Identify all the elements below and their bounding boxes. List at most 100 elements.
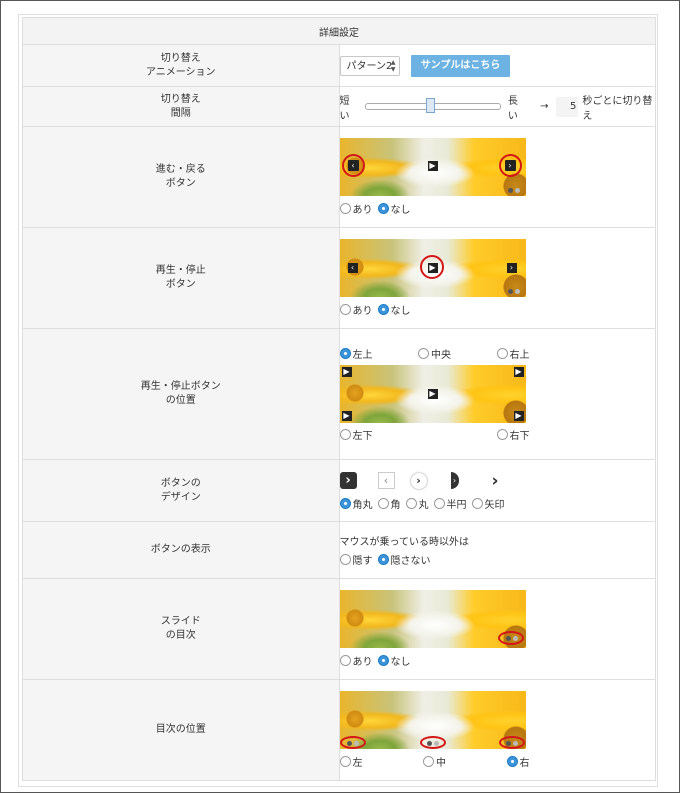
interval-slider[interactable] xyxy=(364,98,501,113)
radio-display-hide[interactable]: 隠す xyxy=(339,552,373,567)
radio-pos-bottom-right[interactable]: 右下 xyxy=(496,427,530,442)
play-stop-radio-group: あり なし xyxy=(339,301,656,317)
radio-circle-selected xyxy=(377,202,389,214)
chevron-right-icon: › xyxy=(491,470,499,491)
highlight-circle-dots xyxy=(497,631,524,645)
button-display-caption: マウスが乗っている時以外は xyxy=(339,536,470,548)
radio-circle-selected xyxy=(339,348,351,359)
rounded-square-arrow-icon: › xyxy=(339,472,357,489)
label-play-stop: 再生・停止 ボタン xyxy=(22,227,340,329)
radio-pos-center[interactable]: 中央 xyxy=(418,346,451,361)
radio-circle xyxy=(423,755,434,767)
radio-nav-no[interactable]: なし xyxy=(377,201,411,216)
preview-image-play: ‹ ▶ › xyxy=(339,239,526,297)
preview-image-nav: ‹ ▶ › xyxy=(339,138,526,196)
table-header: 詳細設定 xyxy=(22,17,656,45)
highlight-circle-center xyxy=(419,736,446,749)
next-arrow-icon: › xyxy=(506,263,517,273)
radio-index-left[interactable]: 左 xyxy=(339,754,363,769)
radio-circle-selected xyxy=(339,498,351,509)
interval-slider-thumb[interactable] xyxy=(425,98,435,113)
radio-design-arrow[interactable]: 矢印 xyxy=(471,496,505,511)
animation-pattern-value: パターン2 xyxy=(346,60,393,72)
slider-short-label: 短い xyxy=(339,95,350,122)
radio-design-half[interactable]: 半円 xyxy=(433,496,467,511)
prev-arrow-icon: ‹ xyxy=(347,263,358,273)
play-position-top-radios: 左上 中央 右上 xyxy=(339,346,530,362)
radio-circle xyxy=(339,202,351,214)
play-icon: ▶ xyxy=(427,161,438,171)
radio-pos-bottom-left[interactable]: 左下 xyxy=(339,427,373,442)
preview-image-index-position xyxy=(339,691,526,749)
radio-play-no[interactable]: なし xyxy=(377,302,411,317)
label-switch-interval: 切り替え 間隔 xyxy=(22,86,340,127)
radio-display-show[interactable]: 隠さない xyxy=(377,552,431,567)
index-position-radio-group: 左 中 右 xyxy=(339,753,530,769)
radio-pos-top-right[interactable]: 右上 xyxy=(496,346,530,361)
radio-circle xyxy=(471,498,483,509)
radio-circle xyxy=(418,348,429,359)
radio-play-yes[interactable]: あり xyxy=(339,302,373,317)
radio-circle xyxy=(377,498,389,509)
radio-circle xyxy=(339,429,351,440)
radio-index-center[interactable]: 中 xyxy=(423,754,446,769)
radio-circle xyxy=(339,755,351,767)
radio-pos-top-left[interactable]: 左上 xyxy=(339,346,373,361)
preview-image-index xyxy=(339,590,526,648)
interval-suffix-label: 秒ごとに切り替え xyxy=(582,95,653,122)
label-switch-animation: 切り替え アニメーション xyxy=(22,44,340,87)
settings-table: 詳細設定 切り替え アニメーション パターン2 ▲ ▼ サンプルはこちら 切り替え… xyxy=(22,17,656,781)
preview-image-position: ▶ ▶ ▶ ▶ ▶ xyxy=(339,364,526,423)
interval-seconds-field[interactable]: 5 xyxy=(556,96,579,117)
animation-pattern-select[interactable]: パターン2 ▲ ▼ xyxy=(339,55,400,76)
slide-index-radio-group: あり なし xyxy=(339,652,656,668)
slide-dots xyxy=(507,188,520,193)
sample-button[interactable]: サンプルはこちら xyxy=(410,54,511,77)
radio-index-no[interactable]: なし xyxy=(377,653,411,668)
radio-index-right[interactable]: 右 xyxy=(506,754,530,769)
play-icon-bottom-right: ▶ xyxy=(513,410,524,421)
play-icon-bottom-left: ▶ xyxy=(341,410,352,421)
label-button-display: ボタンの表示 xyxy=(22,521,340,579)
slide-dots xyxy=(507,289,520,294)
radio-circle xyxy=(433,498,445,509)
highlight-circle-left xyxy=(339,736,366,749)
radio-index-yes[interactable]: あり xyxy=(339,653,373,668)
highlight-circle-play xyxy=(419,255,444,279)
radio-design-square[interactable]: 角 xyxy=(377,496,401,511)
button-design-radio-group: 角丸 角 丸 半円 矢印 xyxy=(339,496,656,512)
label-nav-buttons: 進む・戻る ボタン xyxy=(22,126,340,228)
preview-greens xyxy=(339,275,410,297)
radio-circle-selected xyxy=(377,303,389,315)
preview-greens xyxy=(339,174,410,196)
label-slide-index: スライド の目次 xyxy=(22,578,340,680)
highlight-circle-next xyxy=(498,154,522,177)
label-button-design: ボタンの デザイン xyxy=(22,459,340,522)
square-arrow-icon: ‹ xyxy=(377,472,395,489)
interval-slider-row: 短い 長い → 5 秒ごとに切り替え xyxy=(340,92,656,122)
button-design-icons: › ‹ › › › xyxy=(339,470,656,492)
play-icon-top-right: ▶ xyxy=(513,366,524,377)
label-play-position: 再生・停止ボタン の位置 xyxy=(22,328,340,460)
half-circle-arrow-icon: › xyxy=(450,472,459,489)
play-position-bottom-radios: 左下 右下 xyxy=(339,427,530,443)
radio-circle xyxy=(405,498,417,509)
slider-long-label: 長い xyxy=(507,95,518,122)
circle-arrow-icon: › xyxy=(410,472,427,489)
label-index-position: 目次の位置 xyxy=(22,679,340,781)
arrow-right-icon: → xyxy=(540,101,549,112)
radio-circle xyxy=(339,303,351,315)
select-arrows-icon: ▲ ▼ xyxy=(390,58,396,73)
radio-nav-yes[interactable]: あり xyxy=(339,201,373,216)
radio-design-rounded[interactable]: 角丸 xyxy=(339,496,373,511)
radio-circle xyxy=(339,554,351,565)
radio-circle xyxy=(496,348,508,359)
radio-circle xyxy=(496,429,508,440)
radio-circle-selected xyxy=(377,554,389,565)
radio-design-circle[interactable]: 丸 xyxy=(405,496,429,511)
radio-circle-selected xyxy=(377,654,389,666)
radio-circle-selected xyxy=(506,755,518,767)
radio-circle xyxy=(339,654,351,666)
nav-buttons-radio-group: あり なし xyxy=(339,200,656,216)
highlight-circle-prev xyxy=(341,154,365,177)
